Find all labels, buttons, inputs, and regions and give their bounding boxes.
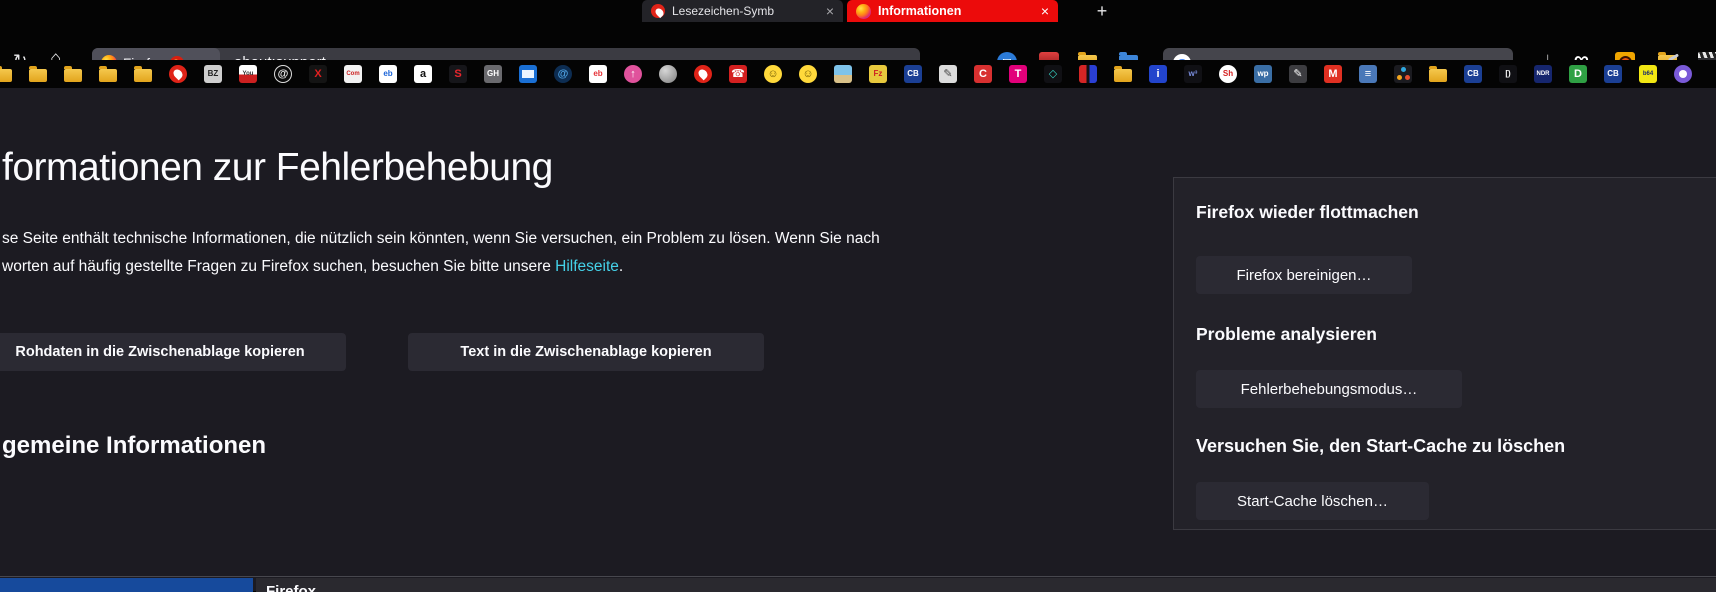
browser-window: Lesezeichen-Symb × Informationen × + ↻ ⌂… [0, 0, 1716, 592]
bookmarks-bar: BZ You @ X Com eb a S GH @ eb ↑ ☎ ☺ ☺ Fz CB ✎ C T ◇ i w³ Sh wp ✎ M… [0, 60, 1716, 88]
ebay-color-icon[interactable]: eb [589, 65, 607, 83]
fire-site-icon[interactable] [169, 65, 187, 83]
troubleshoot-mode-button[interactable]: Fehlerbehebungsmodus… [1196, 370, 1462, 408]
sparkasse-icon[interactable]: S [449, 65, 467, 83]
section-heading-general: gemeine Informationen [2, 432, 267, 459]
w3-site-icon[interactable]: w³ [1184, 65, 1202, 83]
tab-label: Informationen [878, 4, 962, 18]
fire-favicon-icon [651, 4, 665, 18]
general-info-table-row: Firefox [0, 576, 1716, 592]
sphere-icon[interactable] [659, 65, 677, 83]
table-header-cell-highlighted[interactable] [0, 578, 253, 592]
intro-text-end: . [618, 258, 624, 275]
tab-informationen-active[interactable]: Informationen × [847, 0, 1058, 22]
bookmark-folder-icon[interactable] [1429, 66, 1447, 82]
dots-site-icon[interactable] [1394, 65, 1412, 83]
table-value-text: Firefox [266, 583, 317, 592]
bookmark-folder-icon[interactable] [64, 66, 82, 82]
bookmark-folder-icon[interactable] [29, 66, 47, 82]
bookmark-folder-icon[interactable] [0, 66, 12, 82]
navigation-bar: ↻ ⌂ Firefox about:support ✉ G → ↓ ∞ [0, 22, 1716, 78]
cb-site-icon[interactable]: CB [904, 65, 922, 83]
ebay-icon[interactable]: eb [379, 65, 397, 83]
page-title: formationen zur Fehlerbehebung [2, 146, 553, 189]
intro-text-line2: worten auf häufig gestellte Fragen zu Fi… [2, 258, 623, 276]
cb-site-icon[interactable]: CB [1604, 65, 1622, 83]
pin-site-icon[interactable] [1674, 65, 1692, 83]
fritz-site-icon[interactable]: Fz [869, 65, 887, 83]
tab-lesezeichen[interactable]: Lesezeichen-Symb × [642, 0, 843, 22]
bookmark-folder-icon[interactable] [1114, 66, 1132, 82]
at-circle-icon[interactable]: @ [274, 65, 292, 83]
copy-raw-data-button[interactable]: Rohdaten in die Zwischenablage kopieren [0, 333, 346, 371]
gh-site-icon[interactable]: GH [484, 65, 502, 83]
cloud-upload-icon[interactable]: ↑ [624, 65, 642, 83]
youtube-icon[interactable]: You [239, 65, 257, 83]
tab-label: Lesezeichen-Symb [672, 4, 775, 18]
intro-text-line1: se Seite enthält technische Informatione… [2, 230, 880, 247]
pen-site-icon[interactable]: ✎ [1289, 65, 1307, 83]
copy-text-button[interactable]: Text in die Zwischenablage kopieren [408, 333, 764, 371]
clipboard-pencil-icon[interactable]: ✎ [939, 65, 957, 83]
b64-site-icon[interactable]: b64 [1639, 65, 1657, 83]
refresh-firefox-button[interactable]: Firefox bereinigen… [1196, 256, 1412, 294]
sidebar-heading-refresh: Firefox wieder flottmachen [1196, 202, 1419, 222]
com-site-icon[interactable]: Com [344, 65, 362, 83]
cb-site-icon[interactable]: CB [1464, 65, 1482, 83]
sh-site-icon[interactable]: Sh [1219, 65, 1237, 83]
info-site-icon[interactable]: i [1149, 65, 1167, 83]
forum-site-icon[interactable]: ≡ [1359, 65, 1377, 83]
c-site-icon[interactable]: C [974, 65, 992, 83]
monitor-icon[interactable] [519, 65, 537, 83]
firefox-logo-icon [856, 3, 871, 19]
help-page-link[interactable]: Hilfeseite [555, 258, 619, 275]
sidebar-heading-analyze: Probleme analysieren [1196, 324, 1377, 344]
x-site-icon[interactable]: X [309, 65, 327, 83]
diamond-site-icon[interactable]: ◇ [1044, 65, 1062, 83]
bookmark-folder-icon[interactable] [99, 66, 117, 82]
m-site-icon[interactable]: M [1324, 65, 1342, 83]
bracket-site-icon[interactable]: [) [1499, 65, 1517, 83]
ndr-site-icon[interactable]: NDR [1534, 65, 1552, 83]
fire-site-icon[interactable] [694, 65, 712, 83]
wp-site-icon[interactable]: wp [1254, 65, 1272, 83]
rocket-swirl-icon[interactable]: @ [554, 65, 572, 83]
close-tab-icon[interactable]: × [1041, 4, 1049, 18]
clear-startup-cache-button[interactable]: Start-Cache löschen… [1196, 482, 1429, 520]
smiley-icon[interactable]: ☺ [799, 65, 817, 83]
telekom-icon[interactable]: T [1009, 65, 1027, 83]
sidebar-heading-startup-cache: Versuchen Sie, den Start-Cache zu lösche… [1196, 436, 1566, 456]
new-tab-button[interactable]: + [1091, 0, 1113, 22]
close-tab-icon[interactable]: × [826, 4, 834, 18]
bz-site-icon[interactable]: BZ [204, 65, 222, 83]
d-site-icon[interactable]: D [1569, 65, 1587, 83]
intro-text: worten auf häufig gestellte Fragen zu Fi… [2, 258, 556, 275]
tab-bar: Lesezeichen-Symb × Informationen × + [0, 0, 1716, 22]
phone-site-icon[interactable]: ☎ [729, 65, 747, 83]
troubleshoot-sidebar-box: Firefox wieder flottmachen Firefox berei… [1173, 177, 1716, 530]
bookmark-folder-icon[interactable] [134, 66, 152, 82]
smiley-tongue-icon[interactable]: ☺ [764, 65, 782, 83]
table-value-cell: Firefox [256, 578, 1716, 592]
beach-photo-icon[interactable] [834, 65, 852, 83]
two-figures-icon[interactable] [1079, 65, 1097, 83]
amazon-icon[interactable]: a [414, 65, 432, 83]
